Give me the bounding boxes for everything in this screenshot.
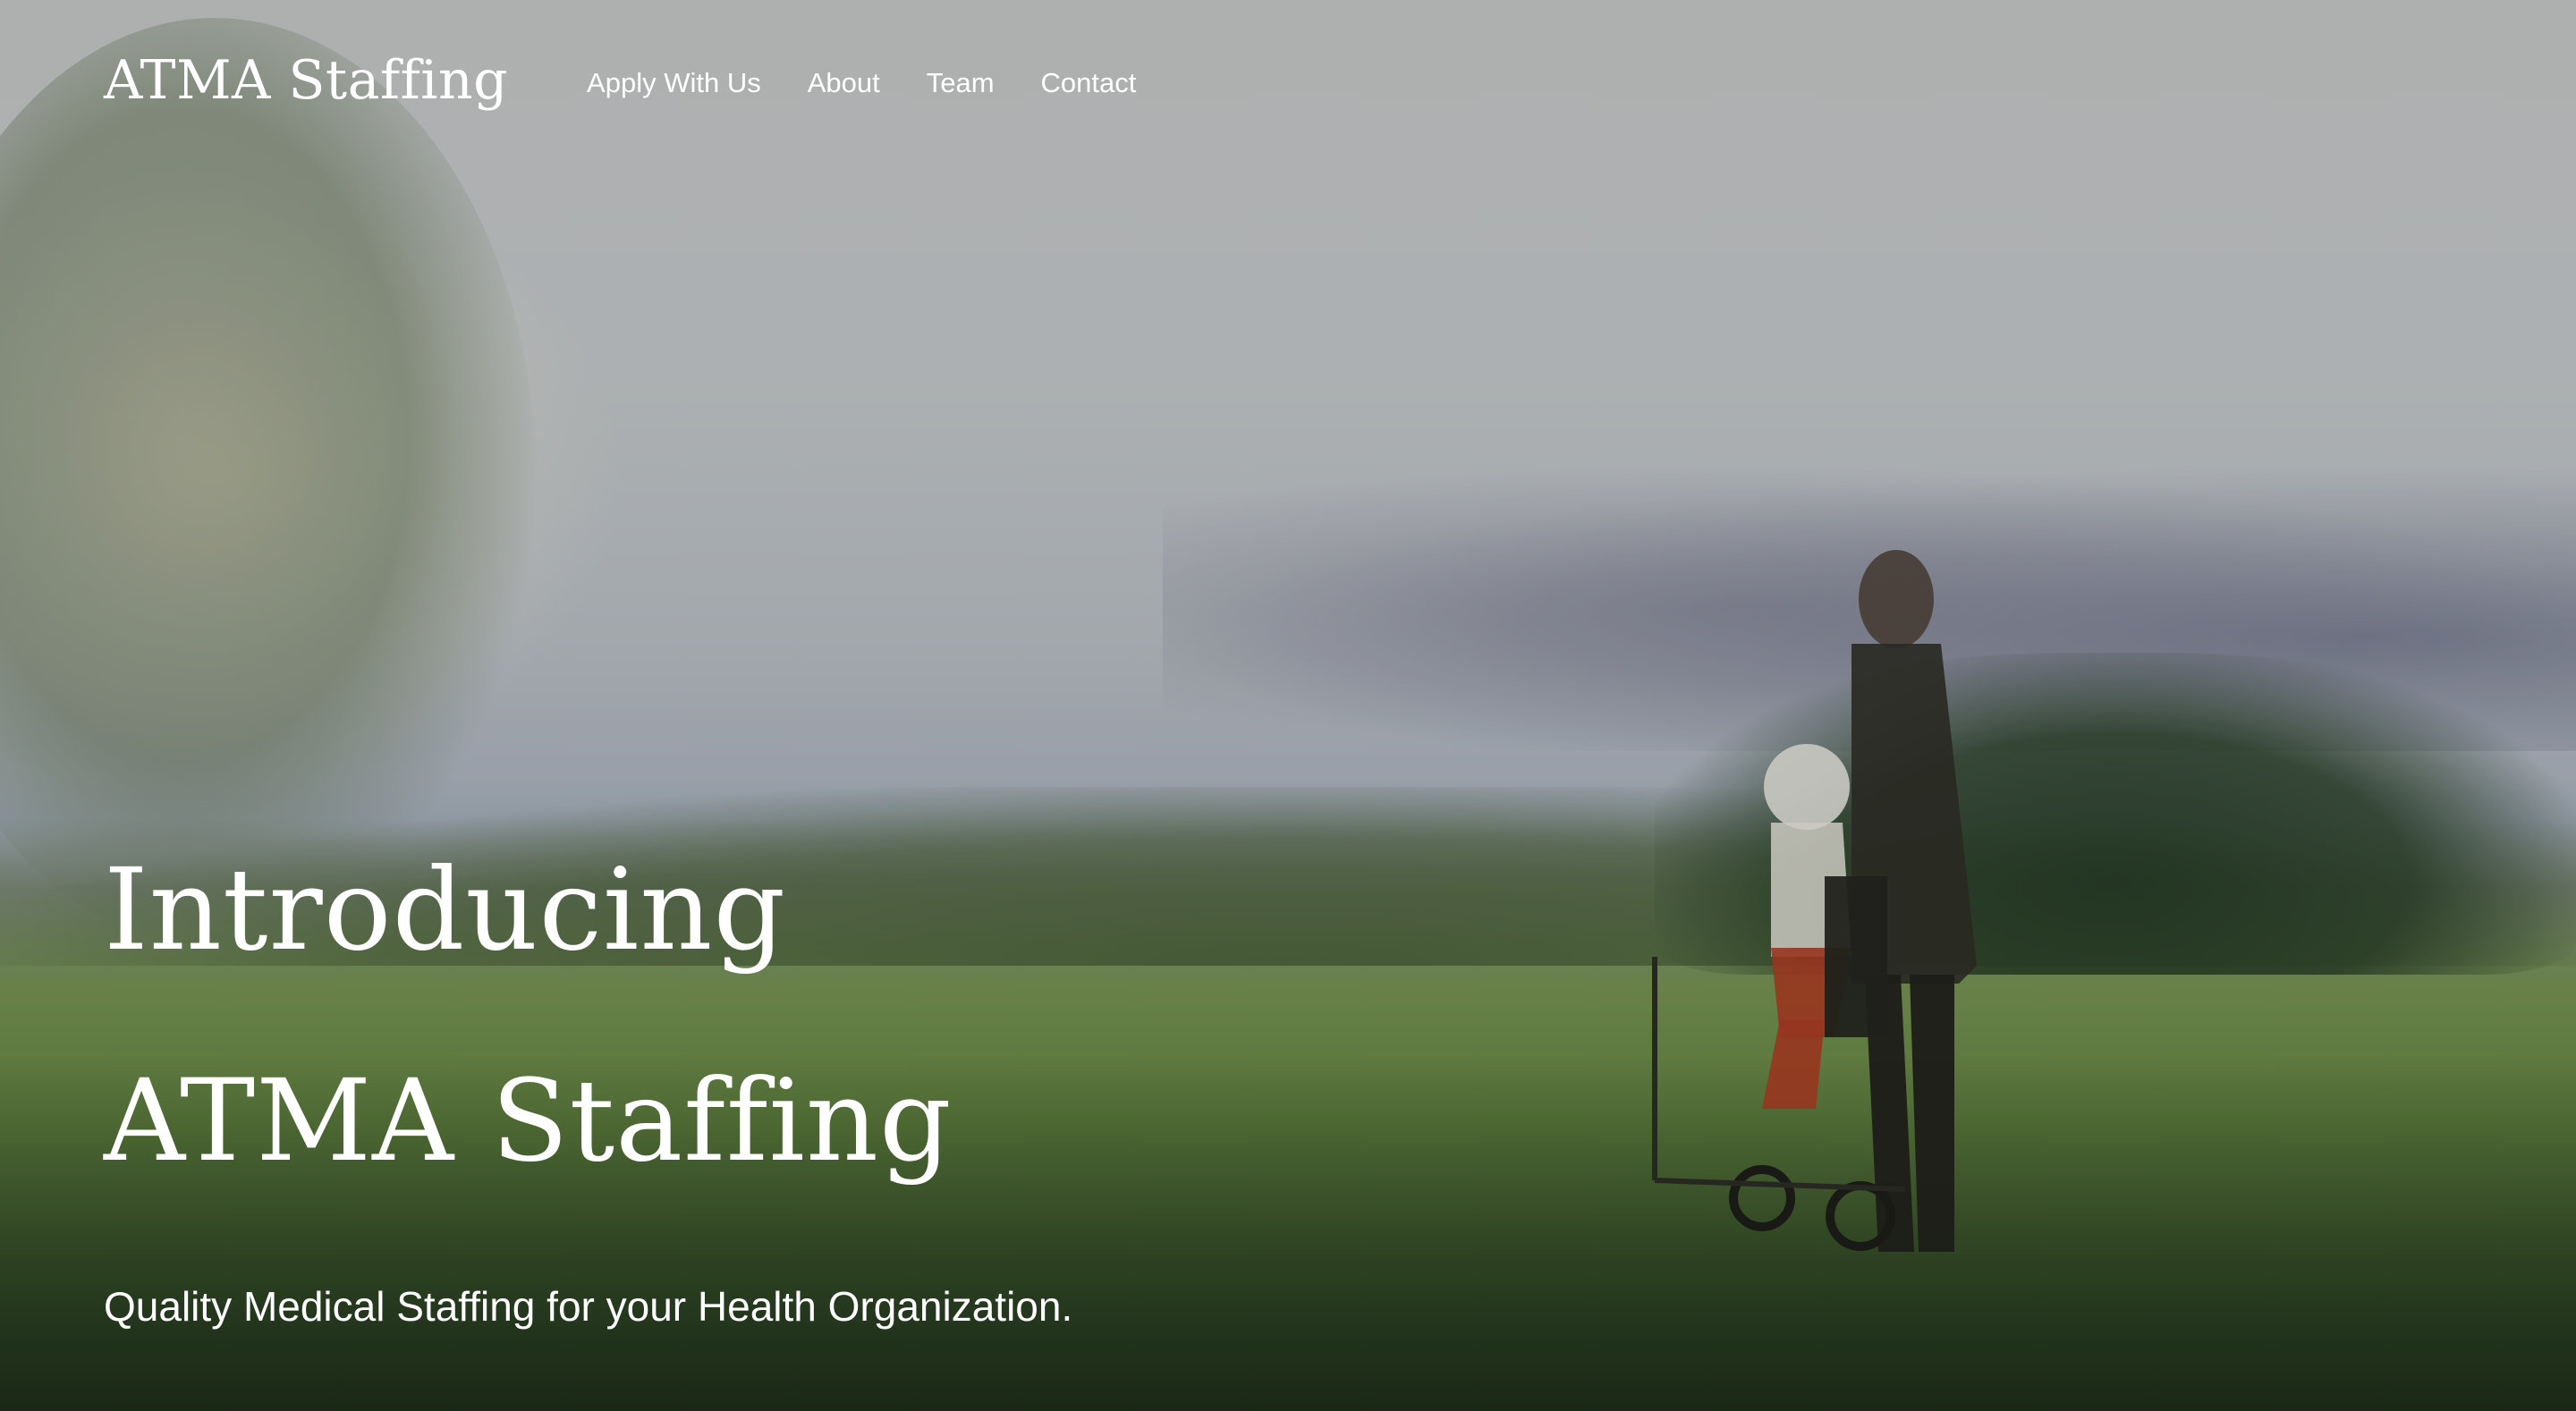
- site-logo-link[interactable]: ATMA Staffing: [104, 49, 508, 112]
- hero-title-line-1: Introducing: [104, 844, 787, 976]
- hero-title-line-2: ATMA Staffing: [104, 1055, 953, 1187]
- hero-content: Introducing ATMA Staffing Quality Medica…: [104, 805, 1445, 1331]
- nav-link-team[interactable]: Team: [927, 67, 995, 99]
- nav-link-apply-with-us[interactable]: Apply With Us: [587, 67, 761, 99]
- hero-subtitle: Quality Medical Staffing for your Health…: [104, 1283, 1073, 1330]
- nav-link-contact[interactable]: Contact: [1041, 67, 1137, 99]
- main-nav: Apply With Us About Team Contact: [587, 67, 1136, 99]
- hero-title: Introducing ATMA Staffing: [104, 805, 1445, 1227]
- site-header: ATMA Staffing Apply With Us About Team C…: [104, 36, 1136, 125]
- nav-link-about[interactable]: About: [808, 67, 880, 99]
